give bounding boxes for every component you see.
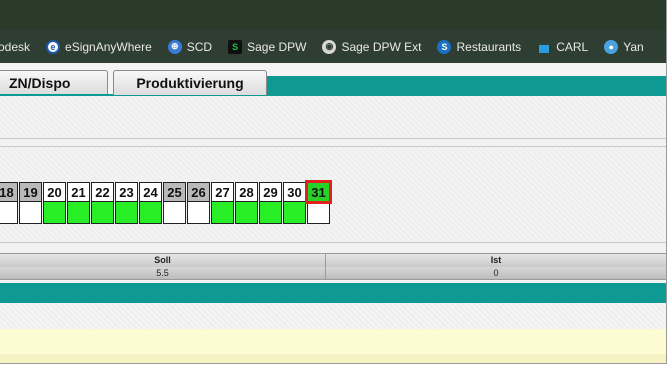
- bookmark-scd[interactable]: ⊕ SCD: [167, 39, 213, 54]
- content-panel: [0, 303, 666, 329]
- browser-titlebar: [0, 0, 666, 30]
- bookmark-carl[interactable]: CARL: [537, 40, 588, 54]
- bookmark-restaurants[interactable]: S Restaurants: [437, 39, 522, 54]
- info-panel-footer: [0, 354, 666, 363]
- day-number[interactable]: 21: [67, 182, 90, 202]
- day-column: 29: [259, 182, 282, 224]
- day-status-cell[interactable]: [43, 202, 66, 224]
- tab-strip-accent: [265, 76, 666, 96]
- day-status-cell[interactable]: [187, 202, 210, 224]
- bookmark-label: CARL: [556, 39, 589, 54]
- sharepoint-icon: S: [437, 39, 452, 54]
- header-ist: Ist: [490, 255, 502, 265]
- day-status-cell[interactable]: [283, 202, 306, 224]
- day-status-cell[interactable]: [235, 202, 258, 224]
- day-number[interactable]: 26: [187, 182, 210, 202]
- day-status-cell[interactable]: [115, 202, 138, 224]
- day-number[interactable]: 24: [139, 182, 162, 202]
- tab-label: Produktivierung: [136, 75, 244, 91]
- day-number[interactable]: 28: [235, 182, 258, 202]
- table-row: 5.5 0: [0, 267, 666, 280]
- day-column: 25: [163, 182, 186, 224]
- bookmarks-bar: odesk e eSignAnyWhere ⊕ SCD S Sage DPW ◉…: [0, 30, 666, 63]
- day-column: 26: [187, 182, 210, 224]
- day-number[interactable]: 18: [0, 182, 18, 202]
- day-status-cell[interactable]: [139, 202, 162, 224]
- day-number[interactable]: 22: [91, 182, 114, 202]
- summary-table: Soll Ist 5.5 0: [0, 253, 666, 280]
- header-soll: Soll: [154, 255, 171, 265]
- bar-icon: [537, 40, 551, 54]
- day-column: 27: [211, 182, 234, 224]
- day-status-cell[interactable]: [0, 202, 18, 224]
- sage-icon: S: [228, 39, 243, 54]
- bookmark-label: Sage DPW Ext: [341, 39, 422, 54]
- day-number[interactable]: 30: [283, 182, 306, 202]
- globe-icon: ⊕: [167, 39, 182, 54]
- day-calendar: 18 19 20 21 22 23 24 25 26 27 28 29 30 31: [0, 180, 332, 224]
- table-header: Soll Ist: [0, 253, 666, 268]
- day-status-cell[interactable]: [91, 202, 114, 224]
- day-number[interactable]: 25: [163, 182, 186, 202]
- day-column: 23: [115, 182, 138, 224]
- bookmark-sage-dpw[interactable]: S Sage DPW: [228, 39, 307, 54]
- day-status-cell[interactable]: [211, 202, 234, 224]
- bookmark-label: Sage DPW: [247, 39, 307, 54]
- day-number[interactable]: 19: [19, 182, 42, 202]
- browser-window: odesk e eSignAnyWhere ⊕ SCD S Sage DPW ◉…: [0, 0, 667, 364]
- day-number[interactable]: 23: [115, 182, 138, 202]
- column-divider: [325, 253, 326, 280]
- day-status-cell[interactable]: [259, 202, 282, 224]
- day-number-today[interactable]: 31: [305, 180, 332, 204]
- day-column: 30: [283, 182, 306, 224]
- bookmark-label: Yan: [623, 39, 644, 54]
- day-number[interactable]: 29: [259, 182, 282, 202]
- value-ist: 0: [493, 268, 499, 278]
- day-column: 24: [139, 182, 162, 224]
- tab-produktivierung[interactable]: Produktivierung: [113, 70, 267, 95]
- esign-icon: e: [46, 39, 61, 54]
- day-column: 21: [67, 182, 90, 224]
- day-column: 19: [19, 182, 42, 224]
- bookmark-yan[interactable]: ● Yan: [604, 39, 644, 54]
- bookmark-odesk[interactable]: odesk: [0, 40, 30, 54]
- day-status-cell[interactable]: [19, 202, 42, 224]
- bookmark-sage-dpw-ext[interactable]: ◉ Sage DPW Ext: [322, 39, 422, 54]
- tab-zn-dispo[interactable]: ZN/Dispo: [0, 70, 108, 94]
- bookmark-label: SCD: [186, 39, 213, 54]
- bookmark-label: Restaurants: [456, 39, 522, 54]
- bookmark-label: eSignAnyWhere: [65, 39, 152, 54]
- section-divider-band: [0, 283, 666, 303]
- bookmark-esignanywhere[interactable]: e eSignAnyWhere: [46, 39, 152, 54]
- yandex-icon: ●: [604, 39, 619, 54]
- day-column: 28: [235, 182, 258, 224]
- day-status-cell[interactable]: [163, 202, 186, 224]
- day-column: 20: [43, 182, 66, 224]
- day-status-cell[interactable]: [307, 202, 330, 224]
- filter-panel: [0, 96, 666, 139]
- value-soll: 5.5: [156, 268, 169, 278]
- day-number[interactable]: 20: [43, 182, 66, 202]
- globe-icon: ◉: [322, 39, 337, 54]
- day-status-cell[interactable]: [67, 202, 90, 224]
- info-panel: [0, 329, 666, 354]
- tab-label: ZN/Dispo: [9, 74, 71, 91]
- bookmark-label: odesk: [0, 39, 31, 54]
- day-number[interactable]: 27: [211, 182, 234, 202]
- day-column: 31: [305, 180, 332, 224]
- day-column: 22: [91, 182, 114, 224]
- day-column: 18: [0, 182, 18, 224]
